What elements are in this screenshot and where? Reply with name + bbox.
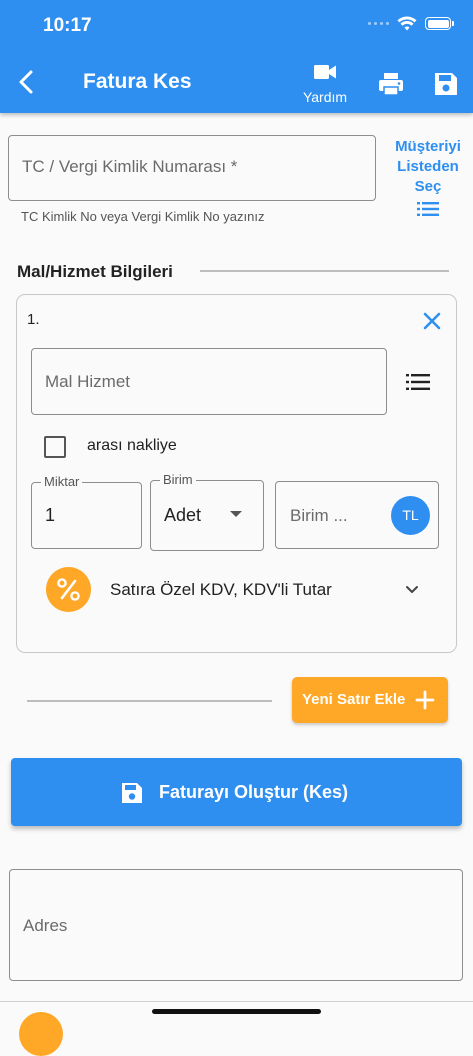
tc-vkn-placeholder: TC / Vergi Kimlik Numarası * [22,157,238,176]
create-invoice-label: Faturayı Oluştur (Kes) [159,782,349,802]
quantity-value: 1 [45,505,56,525]
address-placeholder: Adres [23,916,68,935]
add-row-label: Yeni Satır Ekle [302,691,406,708]
help-label: Yardım [302,89,348,105]
battery-icon [425,17,454,30]
product-service-input[interactable]: Mal Hizmet [31,348,387,415]
unit-label: Birim [160,472,196,487]
dropdown-caret-icon [230,511,242,517]
unit-value: Adet [164,505,202,525]
create-invoice-button[interactable]: Faturayı Oluştur (Kes) [11,758,462,826]
save-icon [122,783,142,803]
bottom-action-button[interactable] [19,1012,63,1056]
tc-vkn-input[interactable]: TC / Vergi Kimlik Numarası * [8,135,376,201]
home-indicator [152,1009,321,1014]
shipping-checkbox-label: arası nakliye [87,437,177,454]
vat-expand-label[interactable]: Satıra Özel KDV, KDV'li Tutar [110,580,332,600]
back-icon[interactable] [12,66,42,98]
save-icon[interactable] [432,70,460,98]
items-section-title: Mal/Hizmet Bilgileri [17,262,173,281]
plus-icon [415,690,435,710]
tc-helper-text: TC Kimlik No veya Vergi Kimlik No yazını… [21,209,265,224]
add-row-button[interactable]: Yeni Satır Ekle [292,677,448,723]
quantity-label: Miktar [41,474,83,489]
unit-price-placeholder: Birim ... [290,506,348,525]
app-bar: 10:17 Fatura Kes Yardım [0,0,473,113]
print-icon[interactable] [377,70,405,98]
wifi-icon [397,16,417,31]
shipping-checkbox[interactable] [44,436,66,458]
select-customer-from-list-button[interactable]: Müşteriyi Listeden Seç [388,137,468,217]
address-input[interactable]: Adres [9,869,463,981]
status-icons [368,16,454,31]
page-title: Fatura Kes [83,70,192,93]
item-row-number: 1. [27,311,40,328]
status-time: 10:17 [43,15,92,36]
select-customer-label-line2: Listeden [397,158,459,175]
help-button[interactable]: Yardım [295,63,355,107]
percent-icon [46,567,91,612]
currency-badge[interactable]: TL [391,496,430,535]
list-icon [417,202,439,216]
select-customer-label-line3: Seç [414,178,442,195]
signal-icon [368,22,389,25]
select-customer-label-line1: Müşteriyi [395,138,461,155]
close-icon[interactable] [420,309,444,333]
video-camera-icon [314,65,336,79]
add-row-divider [27,700,272,702]
chevron-down-icon[interactable] [402,580,422,600]
product-service-placeholder: Mal Hizmet [45,372,131,391]
product-list-icon[interactable] [404,370,432,394]
section-divider [200,270,449,272]
bottom-divider [0,1001,473,1002]
